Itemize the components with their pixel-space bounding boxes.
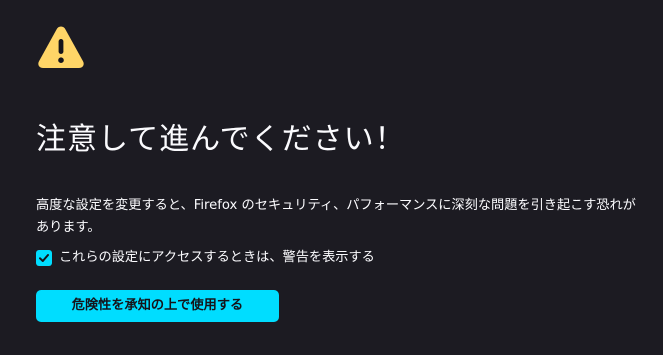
warning-description: 高度な設定を変更すると、Firefox のセキュリティ、パフォーマンスに深刻な問… [36, 198, 636, 235]
show-warning-checkbox-row[interactable]: これらの設定にアクセスするときは、警告を表示する [36, 248, 375, 268]
checkmark-icon [39, 254, 49, 262]
warning-triangle-icon [38, 26, 84, 68]
checkbox-label: これらの設定にアクセスするときは、警告を表示する [59, 250, 375, 265]
accept-risk-button[interactable]: 危険性を承知の上で使用する [36, 290, 279, 322]
show-warning-checkbox[interactable] [36, 250, 52, 266]
page-title: 注意して進んでください！ [36, 122, 406, 157]
